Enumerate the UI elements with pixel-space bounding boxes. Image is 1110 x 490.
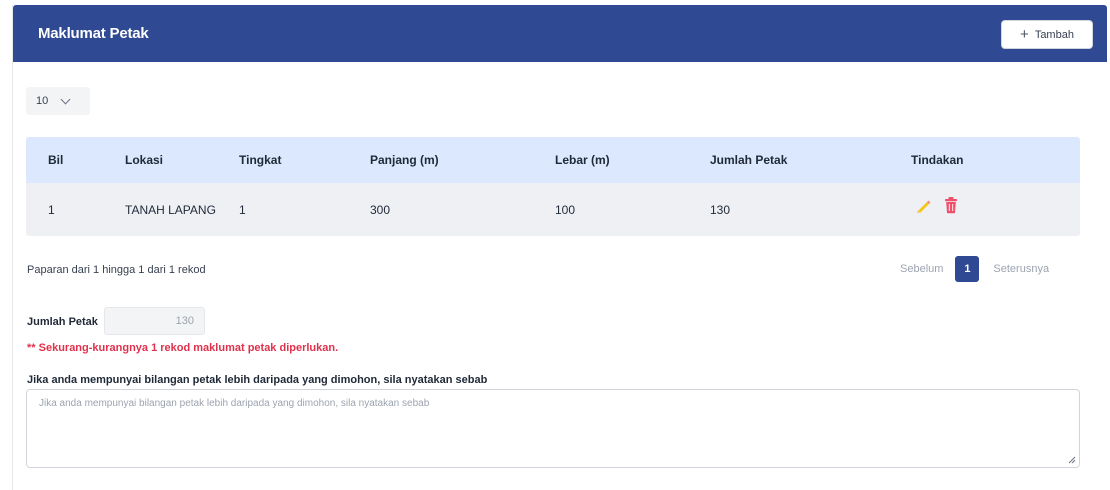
page-size-select[interactable]: 10 — [26, 87, 90, 115]
card-title: Maklumat Petak — [38, 25, 149, 42]
cell-lebar: 100 — [555, 202, 576, 217]
plus-icon: + — [1020, 26, 1029, 43]
cell-tingkat: 1 — [239, 202, 246, 217]
resize-grip-icon[interactable] — [1068, 456, 1076, 464]
reason-label: Jika anda mempunyai bilangan petak lebih… — [27, 374, 488, 386]
jumlah-petak-label: Jumlah Petak — [27, 316, 98, 328]
card-header: Maklumat Petak + Tambah — [13, 5, 1107, 62]
cell-bil: 1 — [48, 202, 55, 217]
cell-lokasi: TANAH LAPANG — [125, 202, 216, 217]
reason-textarea[interactable]: Jika anda mempunyai bilangan petak lebih… — [26, 389, 1080, 468]
next-page-button[interactable]: Seterusnya — [993, 263, 1049, 275]
petak-table: Bil Lokasi Tingkat Panjang (m) Lebar (m)… — [26, 137, 1080, 236]
delete-trash-icon[interactable] — [943, 196, 959, 217]
cell-jumlah-petak: 130 — [710, 202, 731, 217]
column-header-bil: Bil — [48, 153, 64, 167]
chevron-down-icon — [60, 94, 71, 104]
reason-placeholder: Jika anda mempunyai bilangan petak lebih… — [39, 398, 430, 409]
prev-page-button[interactable]: Sebelum — [900, 263, 943, 275]
column-header-jumlah-petak: Jumlah Petak — [710, 153, 788, 167]
table-row: 1 TANAH LAPANG 1 300 100 130 — [26, 183, 1080, 236]
pagination: Sebelum 1 Seterusnya — [900, 256, 1049, 282]
table-header: Bil Lokasi Tingkat Panjang (m) Lebar (m)… — [26, 137, 1080, 183]
column-header-tindakan: Tindakan — [911, 153, 964, 167]
add-button-label: Tambah — [1034, 28, 1074, 41]
jumlah-petak-field[interactable]: 130 — [104, 307, 205, 335]
edit-pencil-icon[interactable] — [914, 197, 932, 218]
column-header-panjang: Panjang (m) — [370, 153, 439, 167]
cell-panjang: 300 — [370, 202, 391, 217]
validation-error: ** Sekurang-kurangnya 1 rekod maklumat p… — [27, 342, 339, 354]
add-button[interactable]: + Tambah — [1001, 20, 1093, 49]
pagination-info: Paparan dari 1 hingga 1 dari 1 rekod — [27, 264, 206, 276]
column-header-lokasi: Lokasi — [125, 153, 164, 167]
page-size-value: 10 — [36, 95, 49, 107]
page-1-button[interactable]: 1 — [955, 256, 980, 282]
column-header-lebar: Lebar (m) — [555, 153, 610, 167]
column-header-tingkat: Tingkat — [239, 153, 282, 167]
